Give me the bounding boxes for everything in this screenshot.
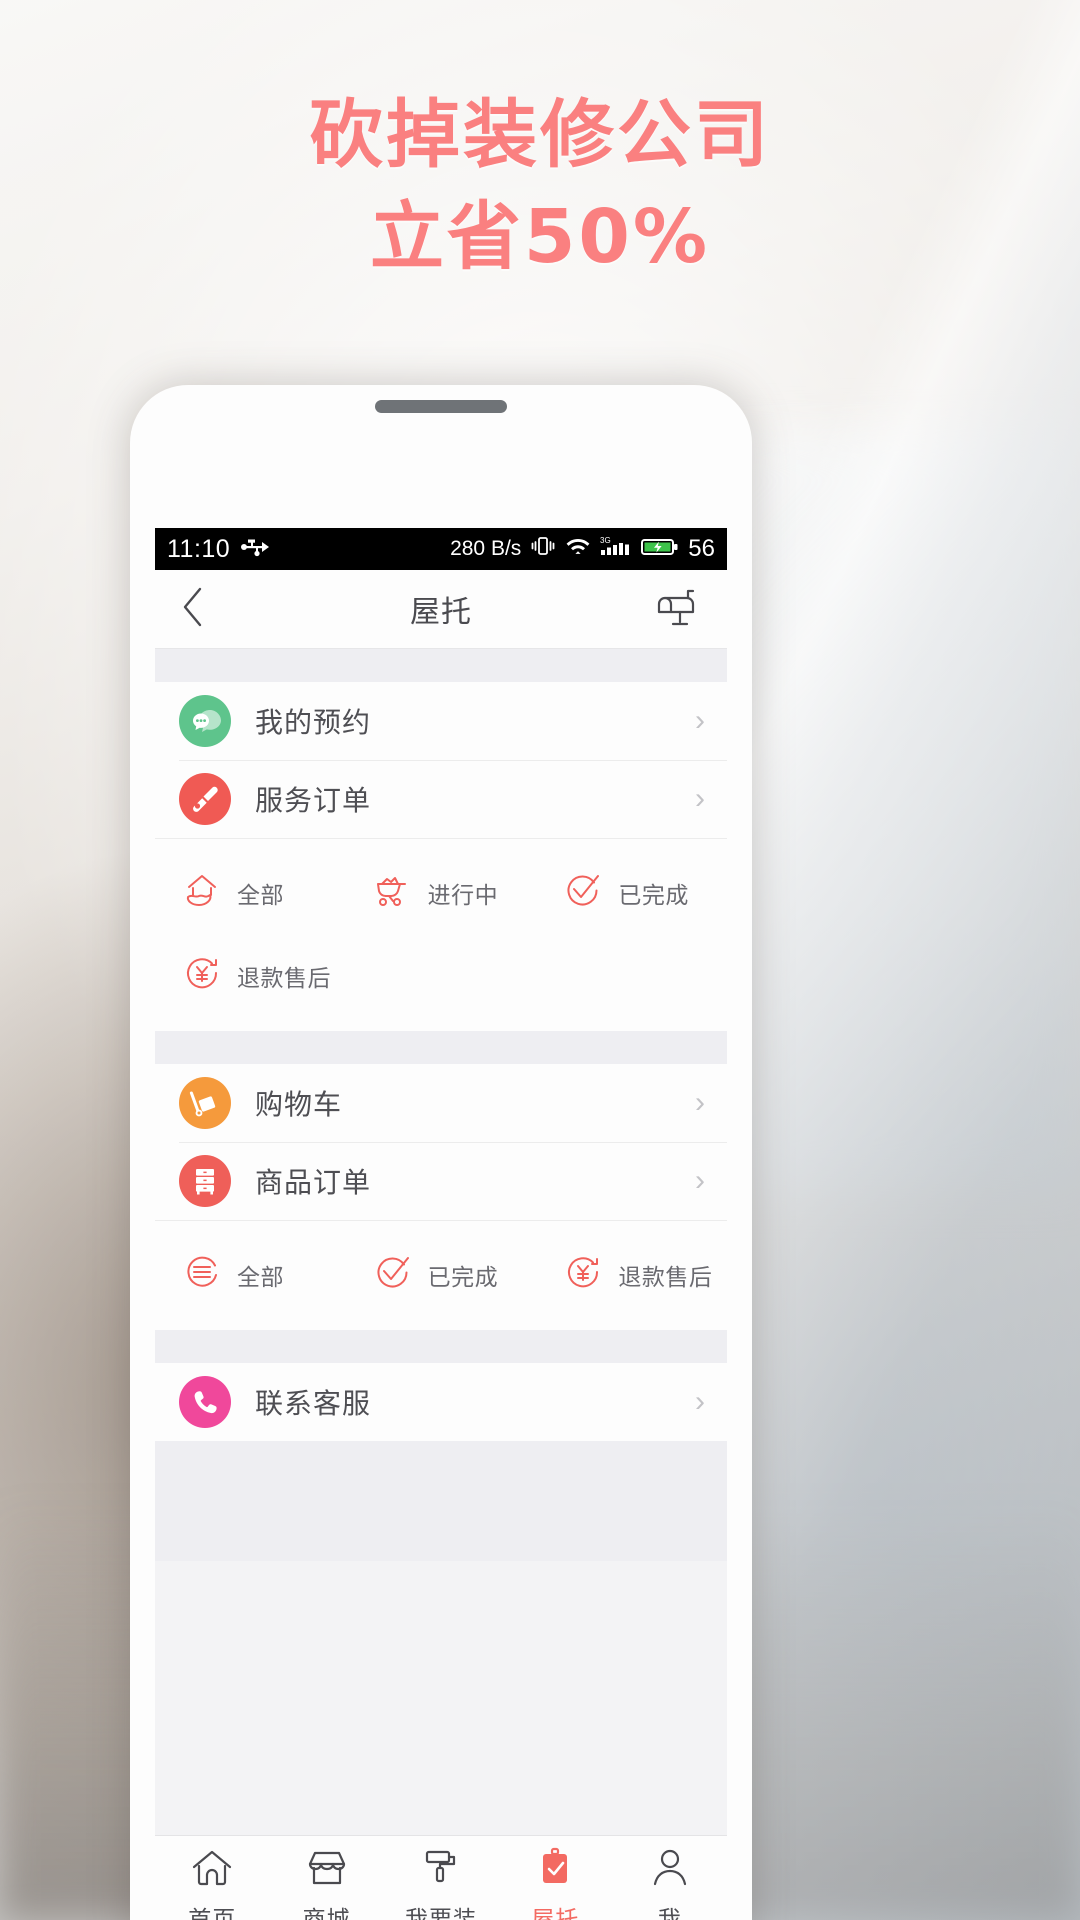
support-section: 联系客服 › — [155, 1363, 727, 1441]
bottom-tab-bar: 首页 商城 我要装 屋托 我 — [155, 1835, 727, 1920]
goods-section: 购物车 › 商品订单 › 全部 已完成 退款售后 — [155, 1064, 727, 1330]
battery-level-label: 56 — [688, 535, 715, 562]
service-section: 我的预约 › 服务订单 › 全部 进行中 已完成 退款售后 — [155, 682, 727, 1031]
list-circle-icon — [179, 1249, 225, 1300]
filter-label: 全部 — [237, 1263, 284, 1290]
menu-label: 购物车 — [255, 1089, 343, 1120]
phone-screen: 11:10 280 B/s 3G 56 屋托 我的预约 › 服务订单 › 全部 … — [155, 528, 727, 1920]
filter-service-completed[interactable]: 已完成 — [536, 851, 727, 934]
filter-label: 退款售后 — [237, 964, 331, 991]
promo-headline: 砍掉装修公司 立省50% — [0, 92, 1080, 280]
check-circle-icon — [370, 1249, 416, 1300]
tab-label: 首页 — [188, 1906, 237, 1920]
tab-label: 我 — [657, 1906, 682, 1920]
roller-icon — [418, 1847, 464, 1894]
chevron-right-icon: › — [695, 782, 705, 815]
vibrate-icon — [530, 535, 556, 563]
page-title: 屋托 — [410, 596, 472, 629]
usb-icon — [240, 536, 270, 563]
section-gap — [155, 1330, 727, 1363]
chevron-right-icon: › — [695, 1164, 705, 1197]
menu-label: 联系客服 — [255, 1388, 372, 1419]
status-bar-time: 11:10 — [167, 534, 231, 563]
home-icon — [189, 1847, 235, 1894]
filter-service-all[interactable]: 全部 — [155, 851, 346, 934]
filter-goods-completed[interactable]: 已完成 — [346, 1233, 537, 1316]
battery-charging-icon — [641, 536, 679, 563]
store-icon — [304, 1847, 350, 1894]
menu-label: 我的预约 — [255, 707, 372, 738]
back-chevron-icon[interactable] — [179, 585, 205, 634]
wifi-icon — [565, 535, 591, 563]
filter-service-in-progress[interactable]: 进行中 — [346, 851, 537, 934]
chevron-right-icon: › — [695, 704, 705, 737]
tab-home[interactable]: 首页 — [155, 1836, 269, 1920]
chat-bubble-icon — [179, 695, 231, 747]
tab-store[interactable]: 商城 — [269, 1836, 383, 1920]
filter-label: 已完成 — [618, 881, 689, 908]
menu-label: 商品订单 — [255, 1167, 372, 1198]
filter-service-refund[interactable]: 退款售后 — [155, 934, 346, 1017]
promo-line-2: 立省50% — [369, 193, 711, 280]
menu-row-my-appointments[interactable]: 我的预约 › — [155, 682, 727, 760]
filter-label: 已完成 — [427, 1263, 499, 1290]
house-in-hand-icon — [179, 867, 225, 918]
menu-row-service-orders[interactable]: 服务订单 › — [155, 760, 727, 838]
paint-brush-icon — [179, 773, 231, 825]
service-filter-grid: 全部 进行中 已完成 退款售后 — [155, 838, 727, 1031]
tab-label: 屋托 — [531, 1906, 580, 1920]
chevron-right-icon: › — [695, 1385, 705, 1418]
refund-yen-icon — [560, 1249, 606, 1300]
filter-goods-all[interactable]: 全部 — [155, 1233, 346, 1316]
tab-label: 我要装 — [405, 1906, 478, 1920]
tab-i-want-decoration[interactable]: 我要装 — [384, 1836, 498, 1920]
cabinet-icon — [179, 1155, 231, 1207]
mailbox-icon[interactable] — [657, 584, 703, 635]
filter-label: 退款售后 — [618, 1263, 713, 1290]
refund-yen-icon — [179, 950, 225, 1001]
section-gap — [155, 649, 727, 682]
signal-type-label: 3G — [600, 536, 611, 545]
chevron-right-icon: › — [695, 1086, 705, 1119]
filter-label: 进行中 — [427, 881, 499, 908]
section-gap-bottom — [155, 1441, 727, 1561]
filter-goods-refund[interactable]: 退款售后 — [536, 1233, 727, 1316]
tab-label: 商城 — [302, 1906, 351, 1920]
clipboard-check-icon — [532, 1847, 578, 1894]
menu-row-contact-support[interactable]: 联系客服 › — [155, 1363, 727, 1441]
menu-row-shopping-cart[interactable]: 购物车 › — [155, 1064, 727, 1142]
section-gap — [155, 1031, 727, 1064]
status-bar: 11:10 280 B/s 3G 56 — [155, 528, 727, 570]
check-circle-icon — [560, 867, 606, 918]
phone-speaker-grill — [375, 400, 507, 413]
tab-wutuo[interactable]: 屋托 — [498, 1836, 612, 1920]
hand-truck-icon — [179, 1077, 231, 1129]
network-speed-label: 280 B/s — [450, 537, 522, 560]
signal-bars-icon: 3G — [600, 535, 632, 563]
phone-mockup: 11:10 280 B/s 3G 56 屋托 我的预约 › 服务订单 › 全部 … — [130, 385, 752, 1920]
filter-label: 全部 — [237, 881, 284, 908]
goods-filter-grid: 全部 已完成 退款售后 — [155, 1220, 727, 1330]
nav-bar: 屋托 — [155, 570, 727, 649]
phone-icon — [179, 1376, 231, 1428]
wheelbarrow-icon — [370, 867, 416, 918]
tab-me[interactable]: 我 — [613, 1836, 727, 1920]
menu-label: 服务订单 — [255, 785, 372, 816]
menu-row-product-orders[interactable]: 商品订单 › — [155, 1142, 727, 1220]
promo-line-1: 砍掉装修公司 — [309, 92, 771, 178]
person-icon — [647, 1847, 693, 1894]
